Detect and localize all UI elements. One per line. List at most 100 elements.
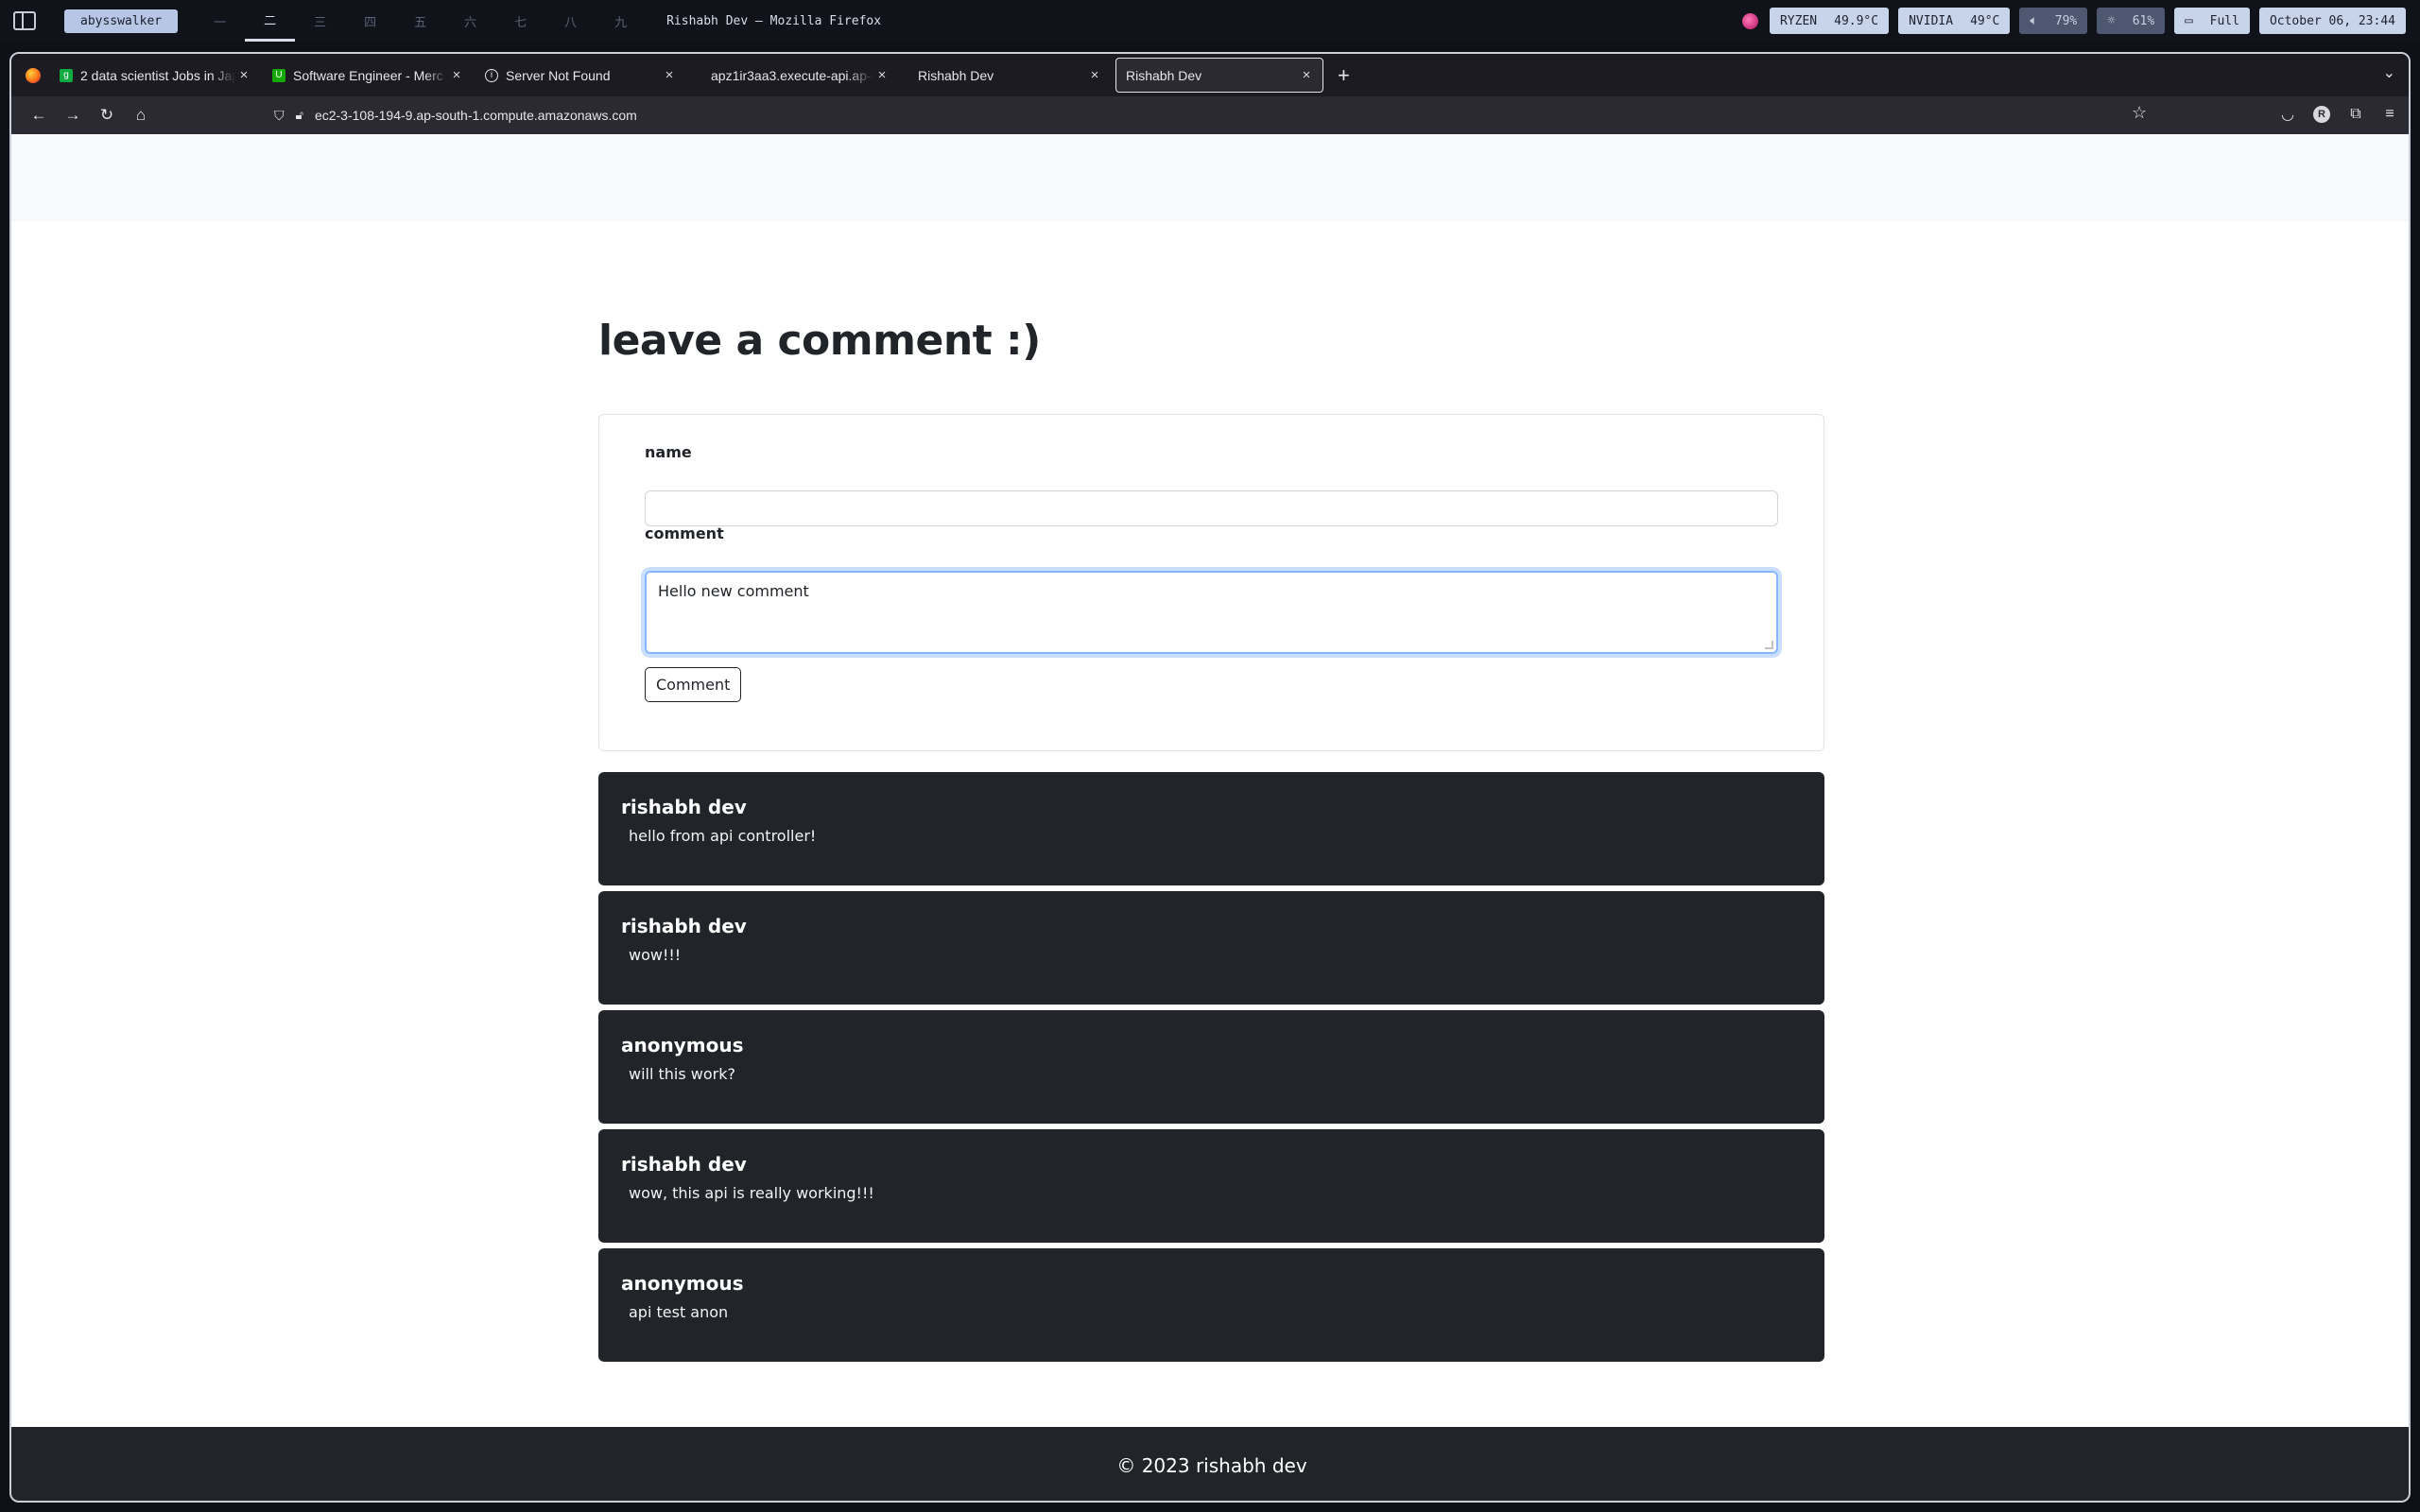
speaker-icon: 🔈︎ bbox=[2030, 13, 2038, 28]
resize-handle[interactable] bbox=[1765, 641, 1773, 649]
close-icon[interactable]: × bbox=[448, 67, 465, 83]
tab-rishabh-dev[interactable]: Rishabh Dev × bbox=[903, 58, 1111, 93]
comment-card: anonymous api test anon bbox=[598, 1248, 1824, 1362]
name-label: name bbox=[645, 443, 692, 461]
workspace-switcher: 一 二 三 四 五 六 七 八 九 bbox=[195, 0, 646, 42]
comment-card: rishabh dev wow, this api is really work… bbox=[598, 1129, 1824, 1243]
comment-label: comment bbox=[645, 524, 724, 542]
reload-icon[interactable]: ↻ bbox=[93, 101, 121, 129]
name-input[interactable] bbox=[645, 490, 1778, 526]
tab-strip: g 2 data scientist Jobs in Jap × U Softw… bbox=[11, 54, 2409, 96]
close-icon[interactable]: × bbox=[235, 67, 252, 83]
workspace-7[interactable]: 七 bbox=[495, 0, 545, 42]
volume-value: 79% bbox=[2054, 13, 2078, 28]
hamburger-menu-icon[interactable]: ≡ bbox=[2378, 101, 2401, 128]
upwork-icon: U bbox=[272, 68, 285, 82]
workspace-1[interactable]: 一 bbox=[195, 0, 245, 42]
brightness-icon: ☼ bbox=[2107, 13, 2116, 28]
comments-list: rishabh dev hello from api controller! r… bbox=[598, 772, 1824, 1367]
url-text[interactable]: ec2-3-108-194-9.ap-south-1.compute.amazo… bbox=[315, 108, 637, 123]
comment-form-card: name comment Hello new comment Comment bbox=[598, 414, 1824, 751]
comment-text: will this work? bbox=[629, 1065, 735, 1083]
brightness-widget[interactable]: ☼ 61% bbox=[2097, 8, 2166, 34]
tab-title: Server Not Found bbox=[506, 67, 611, 83]
workspace-6[interactable]: 六 bbox=[445, 0, 495, 42]
gpu-temp-widget[interactable]: NVIDIA 49°C bbox=[1898, 8, 2011, 34]
account-icon[interactable]: R bbox=[2310, 101, 2333, 128]
tab-rishabh-dev-active[interactable]: Rishabh Dev × bbox=[1115, 58, 1323, 93]
user-chip[interactable]: abysswalker bbox=[64, 9, 179, 33]
tab-title: Rishabh Dev bbox=[1126, 67, 1202, 83]
panel-toggle-icon[interactable] bbox=[13, 11, 36, 30]
comment-text: wow, this api is really working!!! bbox=[629, 1184, 874, 1202]
cpu-temp-value: 49.9°C bbox=[1834, 13, 1879, 28]
close-icon[interactable]: × bbox=[1086, 67, 1103, 83]
workspace-3[interactable]: 三 bbox=[295, 0, 345, 42]
chevron-down-icon[interactable]: ⌄ bbox=[2383, 63, 2395, 82]
site-navbar bbox=[11, 134, 2409, 221]
clock-widget[interactable]: October 06, 23:44 bbox=[2258, 8, 2406, 34]
cpu-label: RYZEN bbox=[1779, 13, 1818, 28]
info-icon: i bbox=[485, 68, 498, 82]
comment-card: rishabh dev hello from api controller! bbox=[598, 772, 1824, 885]
comment-text: wow!!! bbox=[629, 946, 682, 964]
brightness-value: 61% bbox=[2132, 13, 2155, 28]
workspace-4[interactable]: 四 bbox=[345, 0, 395, 42]
gpu-temp-value: 49°C bbox=[1970, 13, 2000, 28]
comment-textarea[interactable]: Hello new comment bbox=[645, 571, 1778, 654]
system-top-bar: abysswalker 一 二 三 四 五 六 七 八 九 Rishabh De… bbox=[0, 0, 2420, 42]
firefox-window: g 2 data scientist Jobs in Jap × U Softw… bbox=[9, 52, 2411, 1503]
tracking-shield-icon[interactable]: ⛉ bbox=[274, 108, 285, 124]
extensions-icon[interactable]: ⧉ bbox=[2344, 101, 2367, 128]
page-title: leave a comment :) bbox=[598, 317, 1041, 365]
toolbar-right: ◡ R ⧉ ≡ bbox=[2276, 101, 2401, 128]
close-icon[interactable]: × bbox=[661, 67, 678, 83]
comment-text: hello from api controller! bbox=[629, 827, 817, 845]
workspace-5[interactable]: 五 bbox=[395, 0, 445, 42]
back-icon[interactable]: ← bbox=[25, 101, 53, 129]
footer-copyright: © 2023 rishabh dev bbox=[1116, 1454, 1307, 1477]
volume-widget[interactable]: 🔈︎ 79% bbox=[2019, 8, 2088, 34]
page-viewport: leave a comment :) name comment Hello ne… bbox=[11, 134, 2409, 1501]
tab-server-not-found[interactable]: i Server Not Found × bbox=[477, 58, 685, 93]
forward-icon[interactable]: → bbox=[59, 101, 87, 129]
lock-icon[interactable]: 🔓︎ bbox=[296, 108, 303, 123]
comment-author: rishabh dev bbox=[621, 796, 747, 818]
cpu-temp-widget[interactable]: RYZEN 49.9°C bbox=[1769, 8, 1890, 34]
tab-execute-api[interactable]: apz1ir3aa3.execute-api.ap-so × bbox=[690, 58, 898, 93]
bookmark-star-icon[interactable]: ☆ bbox=[2132, 103, 2147, 123]
comment-text: api test anon bbox=[629, 1303, 729, 1321]
close-icon[interactable]: × bbox=[873, 67, 890, 83]
tab-title: 2 data scientist Jobs in Jap bbox=[80, 67, 235, 83]
firefox-logo-icon[interactable] bbox=[26, 67, 41, 83]
glassdoor-icon: g bbox=[60, 68, 73, 82]
home-icon[interactable]: ⌂ bbox=[127, 101, 155, 129]
tab-title: Software Engineer - Merc bbox=[293, 67, 443, 83]
comment-author: rishabh dev bbox=[621, 1153, 747, 1176]
active-window-title: Rishabh Dev — Mozilla Firefox bbox=[666, 13, 882, 28]
navigation-toolbar: ← → ↻ ⌂ ⛉ 🔓︎ ec2-3-108-194-9.ap-south-1.… bbox=[11, 96, 2409, 134]
clock-value: October 06, 23:44 bbox=[2269, 13, 2395, 28]
workspace-9[interactable]: 九 bbox=[596, 0, 646, 42]
new-tab-button[interactable]: + bbox=[1338, 63, 1350, 88]
close-icon[interactable]: × bbox=[1298, 67, 1315, 83]
url-bar[interactable]: ⛉ 🔓︎ ec2-3-108-194-9.ap-south-1.compute.… bbox=[274, 108, 637, 124]
battery-icon: ▭ bbox=[2185, 13, 2193, 28]
comment-textarea-value: Hello new comment bbox=[658, 582, 809, 600]
comment-card: anonymous will this work? bbox=[598, 1010, 1824, 1124]
gpu-label: NVIDIA bbox=[1909, 13, 1954, 28]
battery-value: Full bbox=[2209, 13, 2239, 28]
comment-author: anonymous bbox=[621, 1272, 744, 1295]
tray-app-icon[interactable] bbox=[1741, 12, 1758, 29]
battery-widget[interactable]: ▭ Full bbox=[2174, 8, 2250, 34]
comment-author: anonymous bbox=[621, 1034, 744, 1057]
comment-submit-button[interactable]: Comment bbox=[645, 667, 742, 702]
pocket-icon[interactable]: ◡ bbox=[2276, 101, 2299, 128]
tab-glassdoor-jobs[interactable]: g 2 data scientist Jobs in Jap × bbox=[52, 58, 260, 93]
comment-author: rishabh dev bbox=[621, 915, 747, 937]
tab-software-engineer[interactable]: U Software Engineer - Merc × bbox=[265, 58, 473, 93]
tab-title: apz1ir3aa3.execute-api.ap-so bbox=[711, 67, 873, 83]
workspace-2[interactable]: 二 bbox=[245, 0, 296, 42]
status-area: RYZEN 49.9°C NVIDIA 49°C 🔈︎ 79% ☼ 61% ▭ … bbox=[1741, 8, 2406, 34]
workspace-8[interactable]: 八 bbox=[545, 0, 596, 42]
